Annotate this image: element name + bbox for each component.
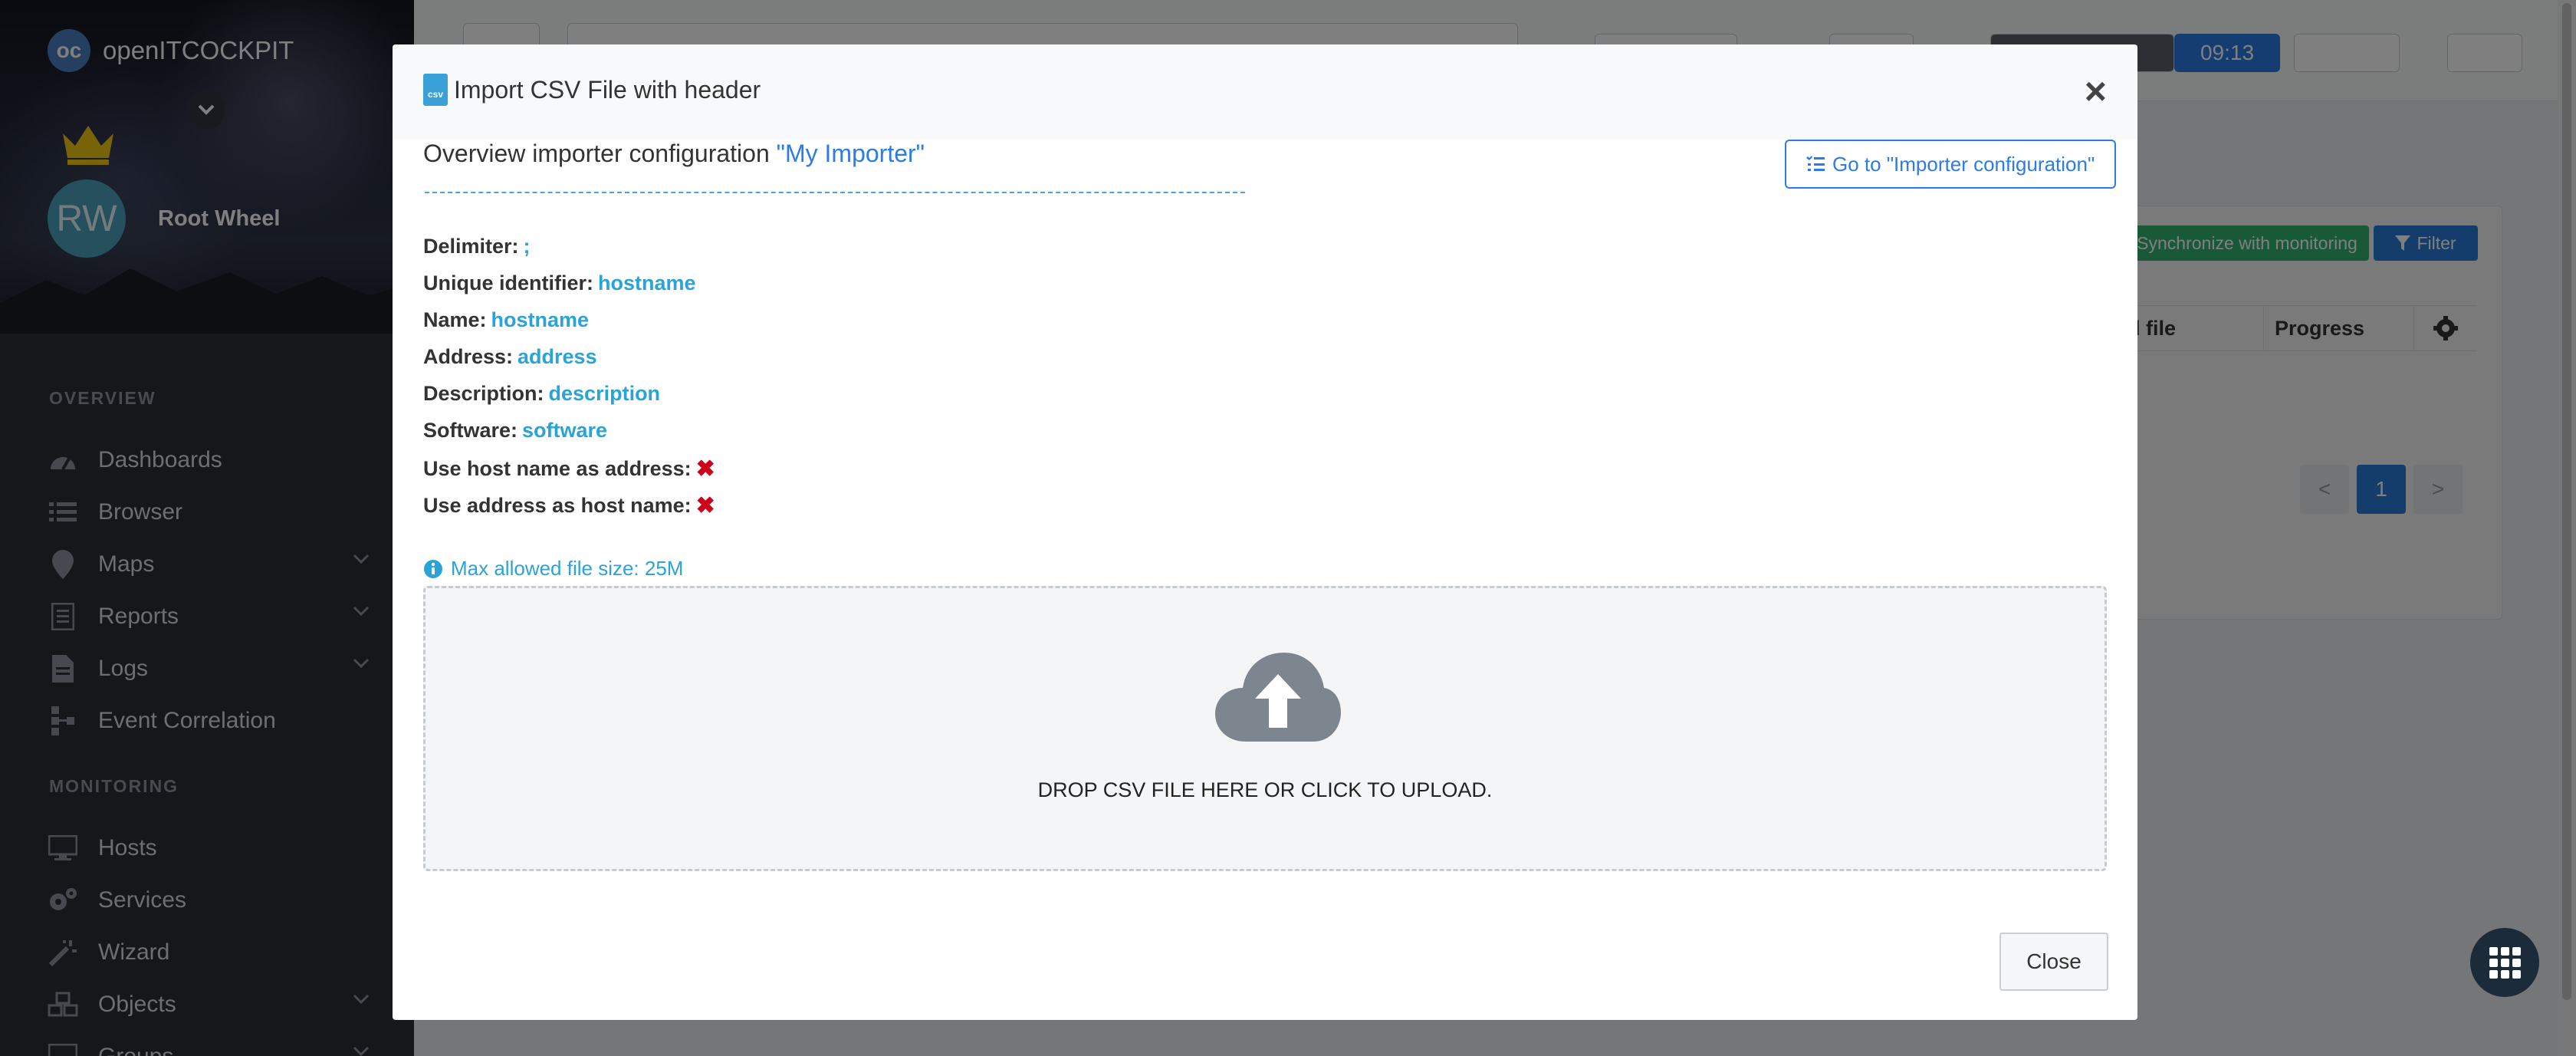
field-label: Software:: [423, 419, 518, 442]
goto-importer-configuration-button[interactable]: Go to "Importer configuration": [1785, 140, 2117, 189]
csv-file-icon: csv: [423, 74, 448, 106]
field-label: Delimiter:: [423, 235, 519, 258]
grid-icon: [2489, 947, 2521, 979]
field-name: Name: hostname: [423, 308, 589, 332]
field-delimiter: Delimiter: ;: [423, 235, 531, 258]
apps-menu-button[interactable]: [2470, 928, 2539, 997]
cloud-upload-icon: [1215, 653, 1341, 742]
field-value: hostname: [598, 271, 696, 294]
field-address: Address: address: [423, 345, 597, 369]
max-file-size-note: Max allowed file size: 25M: [423, 557, 683, 581]
divider: [425, 192, 1245, 193]
csv-dropzone[interactable]: DROP CSV FILE HERE OR CLICK TO UPLOAD.: [423, 586, 2107, 871]
dropzone-text: DROP CSV FILE HERE OR CLICK TO UPLOAD.: [1037, 778, 1493, 801]
cross-icon: ✖: [695, 456, 715, 482]
field-label: Description:: [423, 382, 544, 405]
field-value: description: [548, 382, 661, 405]
list-check-icon: [1806, 156, 1825, 171]
field-label: Use address as host name:: [423, 494, 692, 517]
field-label: Unique identifier:: [423, 271, 593, 294]
modal-close-icon[interactable]: ×: [2085, 72, 2107, 110]
field-label: Use host name as address:: [423, 457, 692, 480]
cross-icon: ✖: [695, 493, 715, 518]
field-value: address: [518, 345, 597, 368]
field-value: hostname: [491, 308, 590, 331]
modal-title-text: Import CSV File with header: [454, 75, 761, 104]
overview-prefix: Overview importer configuration: [423, 140, 770, 167]
field-unique-identifier: Unique identifier: hostname: [423, 271, 696, 295]
close-button[interactable]: Close: [1999, 933, 2108, 991]
max-file-size-text: Max allowed file size: 25M: [451, 557, 684, 580]
overview-heading: Overview importer configuration "My Impo…: [423, 140, 925, 168]
info-icon: [424, 559, 442, 578]
field-description: Description: description: [423, 382, 660, 406]
field-software: Software: software: [423, 419, 607, 442]
field-value: software: [522, 419, 608, 442]
field-label: Address:: [423, 345, 514, 368]
field-value: ;: [523, 235, 531, 258]
field-label: Name:: [423, 308, 487, 331]
field-use-host-name-as-address: Use host name as address: ✖: [423, 456, 715, 482]
importer-name: "My Importer": [776, 140, 925, 167]
goto-button-label: Go to "Importer configuration": [1832, 152, 2095, 176]
modal-title: csv Import CSV File with header: [423, 74, 761, 106]
field-use-address-as-host-name: Use address as host name: ✖: [423, 492, 715, 519]
import-csv-modal: csv Import CSV File with header × Overvi…: [393, 44, 2137, 1020]
